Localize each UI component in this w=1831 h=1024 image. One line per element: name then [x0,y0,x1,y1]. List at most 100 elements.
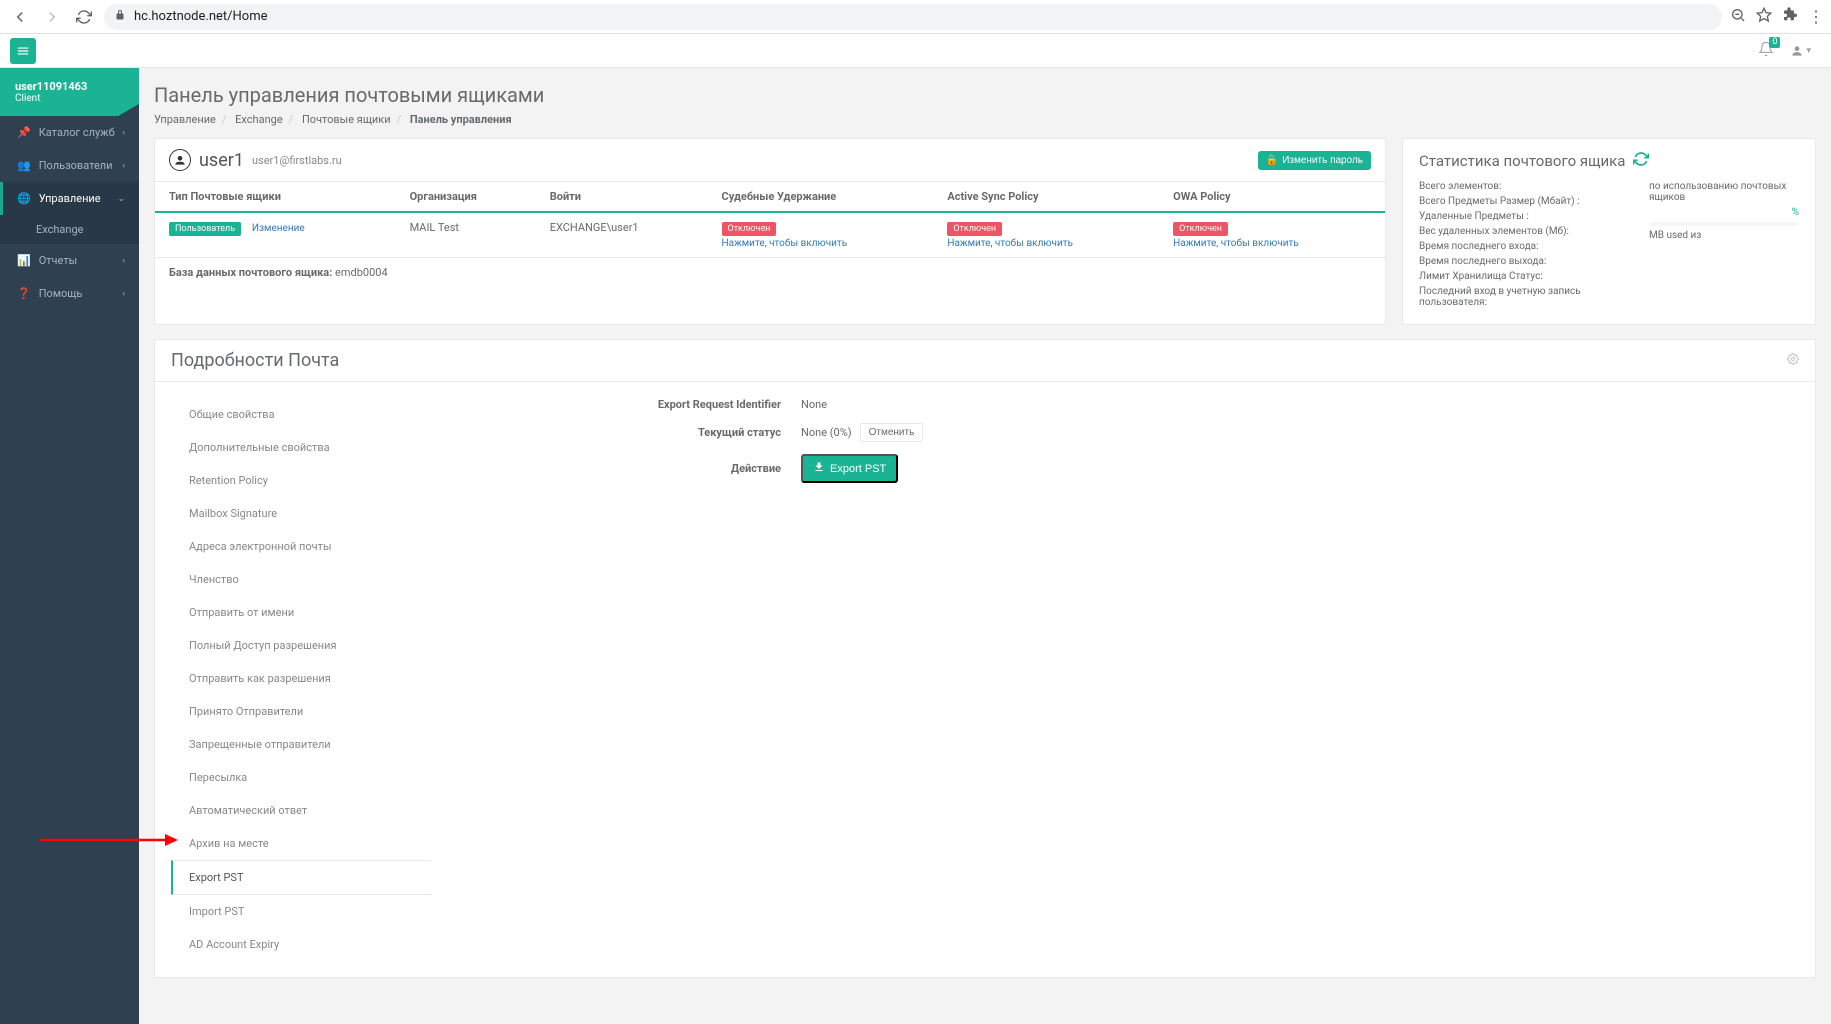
breadcrumb-link[interactable]: Управление [154,113,216,126]
export-id-value: None [801,398,827,411]
litigation-enable-link[interactable]: Нажмите, чтобы включить [722,238,848,249]
sidebar-username: user11091463 [15,80,124,93]
activesync-badge: Отключен [947,222,1002,236]
extensions-icon[interactable] [1782,7,1798,26]
details-content: Export Request Identifier None Текущий с… [431,398,1799,961]
sidebar: user11091463 Client 📌Каталог служб ‹ 👥По… [0,68,139,1024]
mailbox-db-row: База данных почтового ящика: emdb0004 [155,258,1385,287]
tab-членство[interactable]: Членство [171,563,431,596]
notifications-button[interactable]: 0 [1758,41,1774,61]
table-row: Пользователь Изменение MAIL Test EXCHANG… [155,212,1385,258]
sidebar-role: Client [15,93,124,104]
type-change-link[interactable]: Изменение [252,223,305,234]
gear-icon[interactable] [1787,353,1799,368]
usage-progress [1649,222,1799,226]
action-label: Действие [461,462,801,475]
activesync-enable-link[interactable]: Нажмите, чтобы включить [947,238,1073,249]
tab-mailbox-signature[interactable]: Mailbox Signature [171,497,431,530]
col-owa: OWA Policy [1159,182,1385,213]
page-title: Панель управления почтовыми ящиками [154,83,1816,107]
app-topbar: 0 ▾ [0,34,1831,68]
chart-icon: 📊 [17,254,31,267]
caret-down-icon: ▾ [1806,46,1811,56]
tab-отправить-от-имени[interactable]: Отправить от имени [171,596,431,629]
chevron-left-icon: ‹ [122,289,125,299]
change-password-button[interactable]: 🔒 Изменить пароль [1258,151,1371,170]
menu-toggle-button[interactable] [10,38,36,64]
stats-labels: Всего элементов: Всего Предметы Размер (… [1419,181,1629,312]
zoom-icon[interactable] [1730,7,1746,26]
status-value: None (0%) [801,426,852,439]
breadcrumb-link[interactable]: Exchange [235,113,283,126]
user-name: user1 [199,150,244,171]
col-login: Войти [536,182,708,213]
tab-полный-доступ-разрешения[interactable]: Полный Доступ разрешения [171,629,431,662]
export-pst-button[interactable]: Export PST [801,454,898,483]
tab-адреса-электронной-почты[interactable]: Адреса электронной почты [171,530,431,563]
stats-usage: по использованию почтовых ящиков % MB us… [1649,181,1799,312]
owa-enable-link[interactable]: Нажмите, чтобы включить [1173,238,1299,249]
breadcrumb: Управление/ Exchange/ Почтовые ящики/ Па… [154,113,1816,126]
address-bar[interactable]: hc.hoztnode.net/Home [104,4,1722,30]
owa-badge: Отключен [1173,222,1228,236]
lock-icon: 🔒 [1266,155,1278,166]
lock-icon [114,9,126,24]
tab-ad-account-expiry[interactable]: AD Account Expiry [171,928,431,961]
user-panel: user1 user1@firstlabs.ru 🔒 Изменить паро… [154,138,1386,325]
help-icon: ❓ [17,287,31,300]
forward-button[interactable] [40,5,64,29]
sidebar-item-users[interactable]: 👥Пользователи ‹ [0,149,139,182]
tab-архив-на-месте[interactable]: Архив на месте [171,827,431,860]
user-email: user1@firstlabs.ru [252,154,342,167]
export-id-label: Export Request Identifier [461,398,801,411]
users-icon: 👥 [17,159,31,172]
details-tabs: Общие свойстваДополнительные свойстваRet… [171,398,431,961]
type-badge: Пользователь [169,222,241,236]
tab-пересылка[interactable]: Пересылка [171,761,431,794]
tab-принято-отправители[interactable]: Принято Отправители [171,695,431,728]
sidebar-item-help[interactable]: ❓Помощь ‹ [0,277,139,310]
back-button[interactable] [8,5,32,29]
tab-автоматический-ответ[interactable]: Автоматический ответ [171,794,431,827]
col-org: Организация [396,182,536,213]
cancel-button[interactable]: Отменить [860,423,924,442]
tab-retention-policy[interactable]: Retention Policy [171,464,431,497]
notification-badge: 0 [1769,37,1780,48]
main-content: Панель управления почтовыми ящиками Упра… [139,68,1831,1024]
user-info-table: Тип Почтовые ящики Организация Войти Суд… [155,181,1385,258]
litigation-badge: Отключен [722,222,777,236]
refresh-icon[interactable] [1633,151,1649,171]
login-cell: EXCHANGE\user1 [536,212,708,258]
sidebar-item-management[interactable]: 🌐Управление ⌄ [0,182,139,215]
tab-import-pst[interactable]: Import PST [171,895,431,928]
sidebar-subitem-exchange[interactable]: Exchange [0,215,139,244]
tab-запрещенные-отправители[interactable]: Запрещенные отправители [171,728,431,761]
stats-panel: Статистика почтового ящика Всего элемент… [1402,138,1816,325]
chevron-left-icon: ‹ [122,161,125,171]
tab-отправить-как-разрешения[interactable]: Отправить как разрешения [171,662,431,695]
breadcrumb-link[interactable]: Почтовые ящики [302,113,391,126]
tab-дополнительные-свойства[interactable]: Дополнительные свойства [171,431,431,464]
chrome-menu-icon[interactable]: ⋮ [1808,7,1823,26]
tab-общие-свойства[interactable]: Общие свойства [171,398,431,431]
stats-title: Статистика почтового ящика [1419,152,1625,170]
col-litigation: Судебные Удержание [708,182,934,213]
details-panel: Подробности Почта Общие свойстваДополнит… [154,339,1816,978]
browser-toolbar: hc.hoztnode.net/Home ⋮ [0,0,1831,34]
star-icon[interactable] [1756,7,1772,26]
sidebar-user-block: user11091463 Client [0,68,139,116]
sidebar-item-catalog[interactable]: 📌Каталог служб ‹ [0,116,139,149]
reload-button[interactable] [72,5,96,29]
chevron-left-icon: ‹ [122,128,125,138]
chevron-down-icon: ⌄ [117,194,125,204]
details-title: Подробности Почта [171,350,339,371]
pin-icon: 📌 [17,126,31,139]
col-activesync: Active Sync Policy [933,182,1159,213]
globe-icon: 🌐 [17,192,31,205]
user-menu[interactable]: ▾ [1790,44,1811,58]
tab-export-pst[interactable]: Export PST [171,860,431,895]
url-text: hc.hoztnode.net/Home [134,9,268,24]
sidebar-item-reports[interactable]: 📊Отчеты ‹ [0,244,139,277]
chevron-left-icon: ‹ [122,256,125,266]
status-label: Текущий статус [461,426,801,439]
